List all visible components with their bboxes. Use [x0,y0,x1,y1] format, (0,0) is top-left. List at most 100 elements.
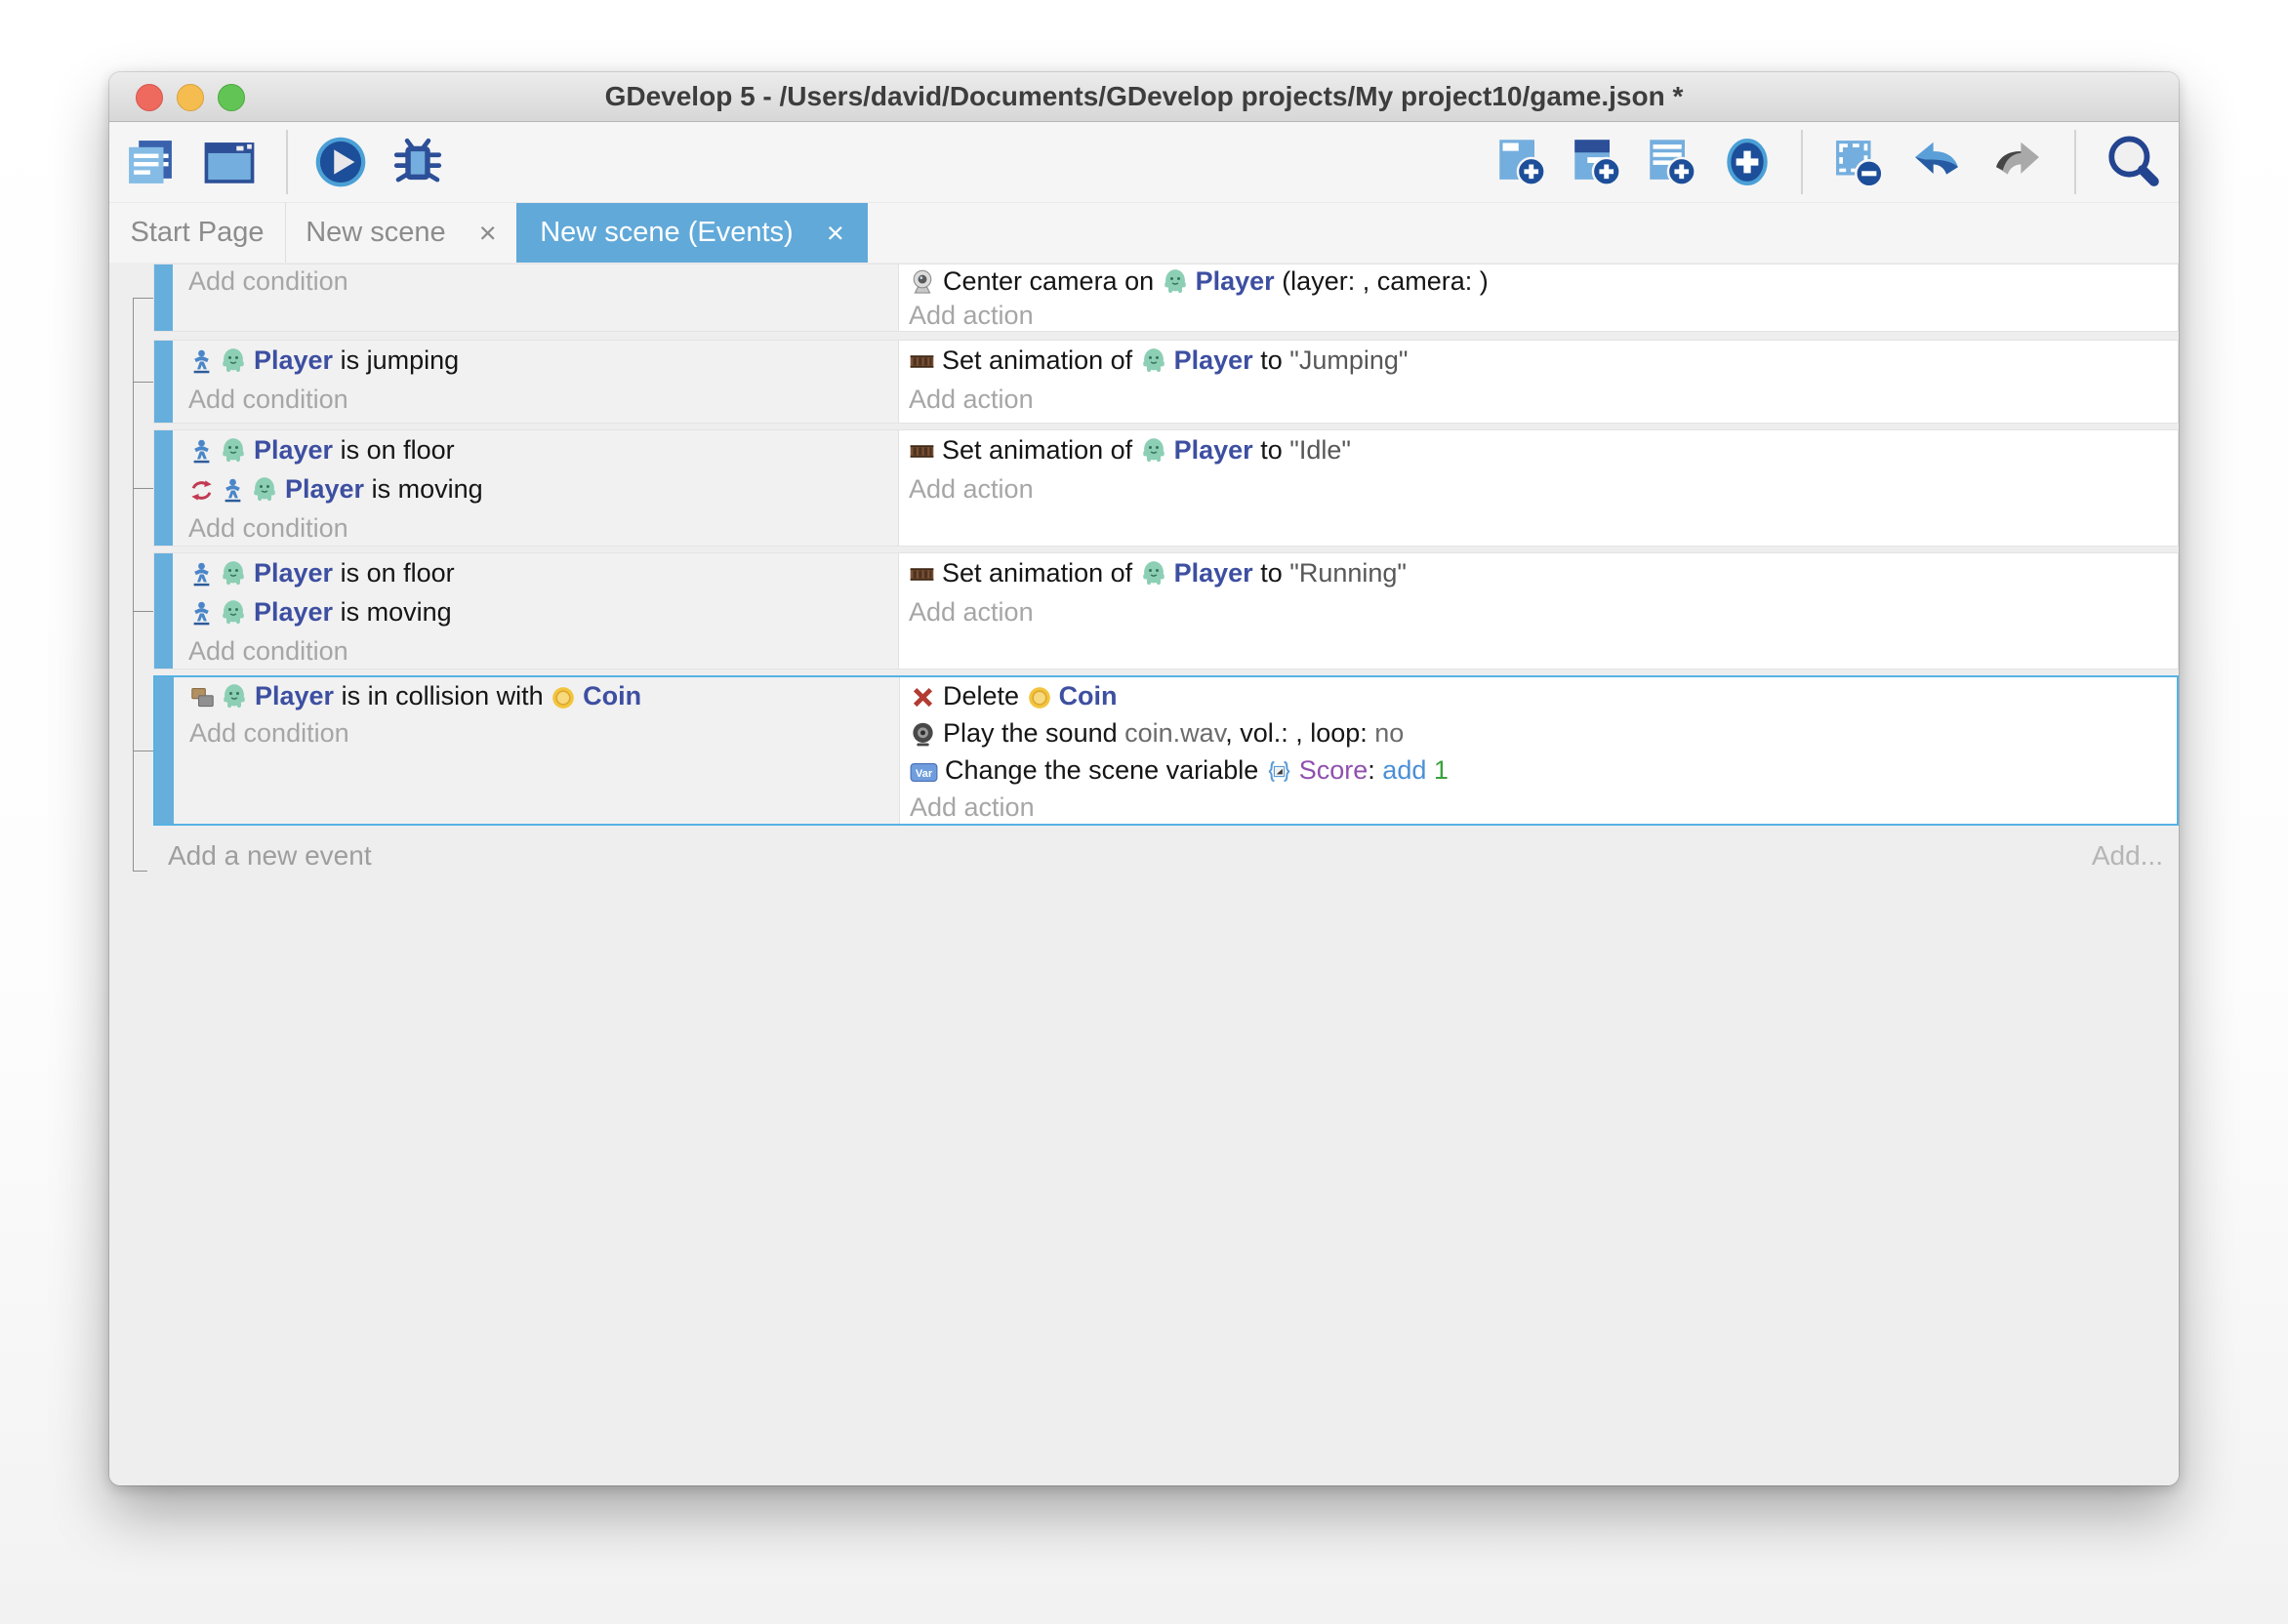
tab-label: New scene (Events) [540,217,794,249]
add-subevent-icon[interactable] [1572,135,1622,189]
variable-name: Score [1299,755,1369,785]
action-row[interactable]: Delete Coin [900,677,2177,714]
platformer-behavior-icon [188,348,215,375]
action-text: Set animation of [942,345,1140,375]
event-row[interactable]: Player is on floor Player is moving Add … [153,429,2179,547]
condition-row[interactable]: Player is jumping [173,341,898,380]
tab-new-scene-events[interactable]: New scene (Events) × [516,203,868,263]
animation-icon [909,561,935,588]
platformer-behavior-icon [188,600,215,627]
camera-icon [909,268,936,296]
toolbar-left-group [124,122,446,202]
event-row[interactable]: Add condition Center camera on Player (l… [153,264,2179,332]
add-action-link[interactable]: Add action [899,469,2178,508]
action-row[interactable]: Center camera on Player (layer: , camera… [899,264,2178,299]
add-condition-link[interactable]: Add condition [173,508,898,546]
add-comment-icon[interactable] [1647,135,1697,189]
player-object-icon [1162,268,1189,296]
scene-editor-icon[interactable] [199,134,260,190]
redo-icon[interactable] [1989,136,2046,188]
condition-row[interactable]: Player is moving [173,469,898,508]
object-name: Player [1174,558,1253,588]
add-more-link[interactable]: Add... [2092,841,2163,871]
toolbar-separator [286,130,288,194]
search-icon[interactable] [2104,134,2161,190]
condition-row[interactable]: Player is in collision with Coin [174,677,899,714]
action-row[interactable]: Set animation of Player to "Running" [899,553,2178,592]
event-drag-bar[interactable] [154,430,173,546]
action-row[interactable]: Set animation of Player to "Idle" [899,430,2178,469]
object-name: Player [1174,435,1253,465]
coin-object-icon [1027,685,1052,710]
add-action-link[interactable]: Add action [900,789,2177,824]
conditions-column: Add condition [173,264,899,331]
conditions-column: Player is on floor Player is moving Add … [173,553,899,669]
add-condition-link[interactable]: Add condition [173,631,898,669]
preview-play-icon[interactable] [314,136,367,188]
actions-column: Set animation of Player to "Jumping" Add… [899,341,2178,423]
event-tree-guide [133,382,153,383]
platformer-behavior-icon [188,561,215,588]
tab-bar: Start Page New scene × New scene (Events… [109,202,2179,263]
add-event-icon[interactable] [1496,135,1547,189]
event-row[interactable]: Player is jumping Add condition Set anim… [153,340,2179,424]
action-row[interactable]: Change the scene variable Score: add 1 [900,751,2177,789]
loop-value: no [1374,718,1404,748]
player-object-icon [251,476,278,504]
variable-badge-icon [910,760,938,785]
add-action-link[interactable]: Add action [899,592,2178,631]
action-row[interactable]: Set animation of Player to "Jumping" [899,341,2178,380]
app-window: GDevelop 5 - /Users/david/Documents/GDev… [109,72,2179,1485]
event-tree-guide [133,611,153,612]
tab-new-scene[interactable]: New scene × [286,203,516,263]
condition-text: is on floor [333,435,455,465]
add-condition-link[interactable]: Add condition [173,380,898,419]
animation-icon [909,438,935,465]
delete-object-icon [910,684,936,710]
action-text: , vol.: , loop: [1225,718,1374,748]
events-sheet: Add condition Center camera on Player (l… [109,263,2179,1485]
undo-icon[interactable] [1908,136,1965,188]
add-condition-link[interactable]: Add condition [173,264,898,299]
event-drag-bar[interactable] [154,553,173,669]
add-circle-icon[interactable] [1722,135,1773,189]
event-row-selected[interactable]: Player is in collision with Coin Add con… [153,675,2179,826]
event-drag-bar[interactable] [154,264,173,331]
number-value: 1 [1434,755,1449,785]
condition-row[interactable]: Player is on floor [173,553,898,592]
action-text: Play the sound [943,718,1124,748]
condition-text: is moving [364,474,483,504]
sound-file-name: coin.wav [1124,718,1225,748]
add-action-link[interactable]: Add action [899,299,2178,331]
object-name: Coin [583,681,641,710]
action-row[interactable]: Play the sound coin.wav, vol.: , loop: n… [900,714,2177,751]
add-new-event-link[interactable]: Add a new event [168,841,372,871]
event-tree-guide [133,298,134,871]
project-manager-icon[interactable] [124,132,177,192]
event-drag-bar[interactable] [154,341,173,423]
operator: add [1382,755,1434,785]
action-text: Set animation of [942,558,1140,588]
actions-column: Center camera on Player (layer: , camera… [899,264,2178,331]
toolbar-separator [1801,130,1803,194]
event-drag-bar[interactable] [155,677,174,824]
add-condition-link[interactable]: Add condition [174,714,899,751]
action-text: to [1253,558,1290,588]
tab-start-page[interactable]: Start Page [109,203,286,263]
delete-event-icon[interactable] [1831,135,1884,189]
player-object-icon [1140,347,1167,375]
debug-icon[interactable] [389,134,446,190]
add-action-link[interactable]: Add action [899,380,2178,419]
close-tab-icon[interactable]: × [827,218,844,248]
string-value: "Idle" [1289,435,1351,465]
condition-row[interactable]: Player is moving [173,592,898,631]
animation-icon [909,348,935,375]
event-row[interactable]: Player is on floor Player is moving Add … [153,552,2179,670]
conditions-column: Player is on floor Player is moving Add … [173,430,899,546]
condition-row[interactable]: Player is on floor [173,430,898,469]
string-value: "Jumping" [1289,345,1408,375]
close-tab-icon[interactable]: × [479,218,497,248]
tab-label: Start Page [130,217,264,249]
player-object-icon [1140,560,1167,588]
platformer-behavior-icon [188,438,215,465]
